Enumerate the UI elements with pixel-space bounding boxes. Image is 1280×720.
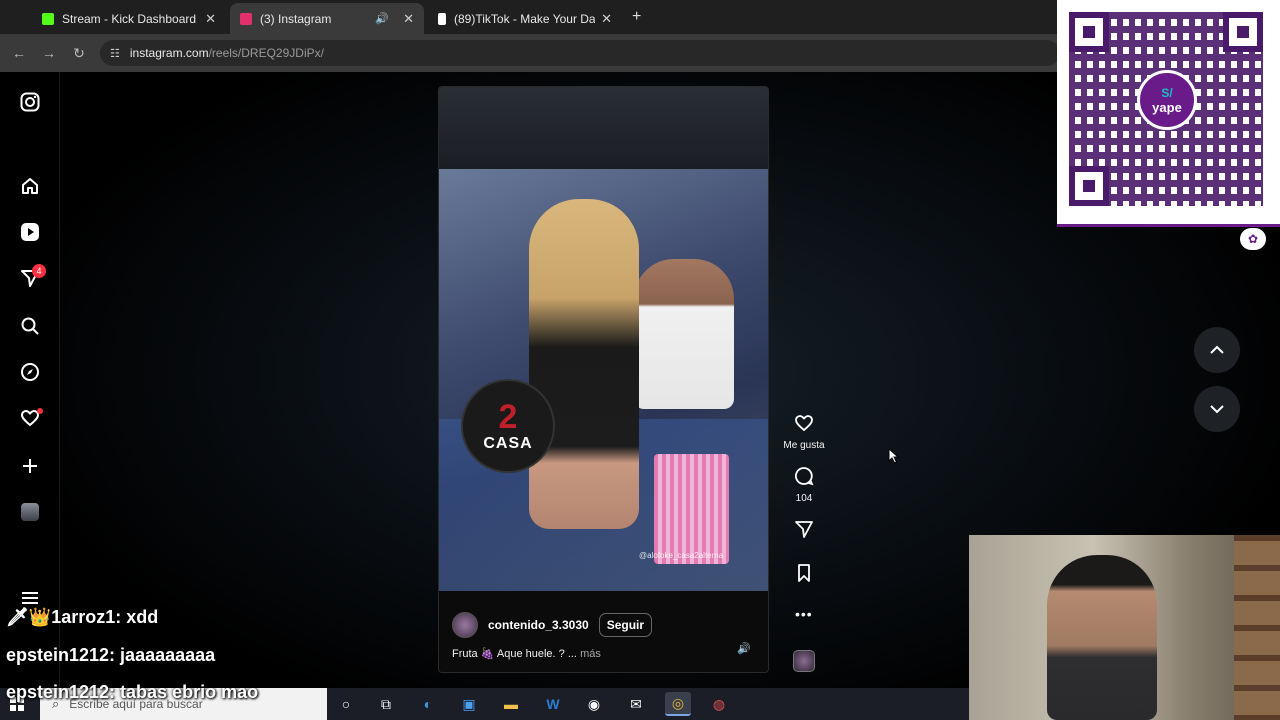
kick-favicon-icon — [42, 12, 54, 25]
close-tab-icon[interactable]: ✕ — [403, 11, 414, 27]
mouse-cursor-icon — [888, 448, 900, 464]
chat-message: 🗡👑1arroz1: xdd — [6, 607, 159, 627]
chevron-up-icon — [1210, 345, 1224, 354]
close-tab-icon[interactable]: ✕ — [601, 11, 612, 27]
qr-finder — [1069, 166, 1109, 206]
like-action[interactable]: Me gusta — [780, 413, 828, 451]
url-host: instagram.com — [129, 46, 209, 60]
share-icon[interactable] — [780, 519, 828, 544]
reel-caption[interactable]: Fruta 🍇 Aque huele. ? ... más — [452, 647, 601, 660]
previous-reel-button[interactable] — [1194, 327, 1240, 373]
instagram-logo-icon[interactable] — [18, 90, 42, 114]
app-icon[interactable]: ◍ — [706, 692, 732, 716]
qr-finder — [1069, 12, 1109, 52]
audio-playing-icon[interactable]: 🔊 — [375, 12, 389, 25]
reel-top-bar — [439, 87, 768, 169]
instagram-favicon-icon — [240, 12, 252, 25]
chrome-icon[interactable]: ◎ — [665, 692, 691, 716]
tab-instagram[interactable]: (3) Instagram 🔊 ✕ — [230, 3, 424, 34]
word-icon[interactable]: W — [540, 692, 566, 716]
caption-more-link[interactable]: más — [580, 648, 601, 660]
obs-icon[interactable]: ◉ — [581, 692, 607, 716]
yape-brand: yape — [1152, 99, 1182, 115]
cortana-icon[interactable]: ○ — [333, 692, 359, 716]
volume-icon[interactable]: 🔊 — [737, 642, 753, 658]
author-avatar[interactable] — [452, 612, 478, 638]
logo-text: CASA — [483, 435, 533, 452]
webcam-overlay — [969, 535, 1280, 720]
like-label: Me gusta — [783, 440, 825, 451]
url-path: /reels/DREQ29JDiPx/ — [208, 46, 324, 60]
close-tab-icon[interactable]: ✕ — [205, 11, 216, 27]
edge-icon[interactable]: ◐ — [415, 692, 441, 716]
search-icon[interactable] — [18, 314, 42, 338]
more-options-icon[interactable]: ••• — [795, 606, 813, 622]
back-icon[interactable]: ← — [4, 45, 34, 61]
qr-finder — [1223, 12, 1263, 52]
home-icon[interactable] — [18, 174, 42, 198]
tiktok-favicon-icon — [438, 12, 446, 25]
extension-icon[interactable]: ✿ — [1240, 228, 1266, 250]
reel-video-card[interactable]: 2 CASA @alofoke_casa2alterna — [438, 86, 769, 673]
webcam-shelf — [1234, 535, 1280, 720]
reel-author: contenido_3.3030 Seguir — [452, 612, 653, 638]
site-info-icon[interactable]: ☷ — [110, 47, 120, 60]
follow-button[interactable]: Seguir — [598, 613, 653, 637]
mail-icon[interactable]: ✉ — [623, 692, 649, 716]
store-icon[interactable]: ▣ — [456, 692, 482, 716]
audio-thumbnail[interactable] — [793, 650, 815, 672]
video-gift-bag — [654, 454, 729, 564]
address-bar[interactable]: ☷ instagram.com/reels/DREQ29JDiPx/ — [100, 40, 1060, 66]
tab-title: Stream - Kick Dashboard — [62, 11, 197, 26]
next-reel-button[interactable] — [1194, 386, 1240, 432]
video-watermark: @alofoke_casa2alterna — [639, 551, 724, 560]
heart-icon[interactable] — [780, 413, 828, 438]
chat-message: epstein1212: jaaaaaaaaa — [6, 645, 216, 665]
video-person — [634, 259, 734, 409]
forward-icon[interactable]: → — [34, 45, 64, 61]
comments-count: 104 — [795, 493, 813, 504]
webcam-streamer — [1047, 555, 1157, 720]
profile-icon[interactable] — [18, 500, 42, 524]
screen: Stream - Kick Dashboard ✕ (3) Instagram … — [0, 0, 1280, 720]
messages-badge: 4 — [32, 264, 46, 278]
bookmark-icon[interactable] — [780, 563, 828, 588]
comment-icon[interactable] — [780, 466, 828, 491]
reload-icon[interactable]: ↻ — [64, 45, 94, 62]
tab-title: (3) Instagram — [260, 11, 332, 26]
tab-title: (89)TikTok - Make Your Day — [454, 11, 596, 26]
chat-message: epstein1212: tabas ebrio mao — [6, 682, 259, 702]
caption-text: Fruta 🍇 Aque huele. ? ... — [452, 648, 577, 660]
logo-number: 2 — [498, 398, 518, 436]
video-person — [529, 199, 639, 529]
yape-currency: S/ — [1161, 85, 1173, 100]
comment-action[interactable]: 104 — [780, 466, 828, 504]
new-tab-icon[interactable]: + — [632, 8, 641, 26]
tab-kick[interactable]: Stream - Kick Dashboard ✕ — [32, 3, 226, 34]
reels-icon[interactable] — [18, 220, 42, 244]
notifications-dot — [37, 408, 43, 414]
chevron-down-icon — [1210, 405, 1224, 414]
yape-qr-overlay: S/ yape — [1057, 0, 1280, 227]
la-casa-logo: 2 CASA — [461, 379, 555, 473]
menu-icon[interactable] — [22, 592, 38, 594]
tab-tiktok[interactable]: (89)TikTok - Make Your Day ✕ — [428, 3, 622, 34]
author-username[interactable]: contenido_3.3030 — [488, 618, 589, 632]
create-icon[interactable] — [18, 454, 42, 478]
explore-icon[interactable] — [18, 360, 42, 384]
save-action[interactable] — [780, 563, 828, 588]
reel-video-frame[interactable]: 2 CASA @alofoke_casa2alterna — [439, 169, 768, 591]
task-view-icon[interactable]: ⧉ — [373, 692, 399, 716]
share-action[interactable] — [780, 519, 828, 544]
yape-logo: S/ yape — [1137, 70, 1197, 130]
file-explorer-icon[interactable]: ▬ — [498, 692, 524, 716]
